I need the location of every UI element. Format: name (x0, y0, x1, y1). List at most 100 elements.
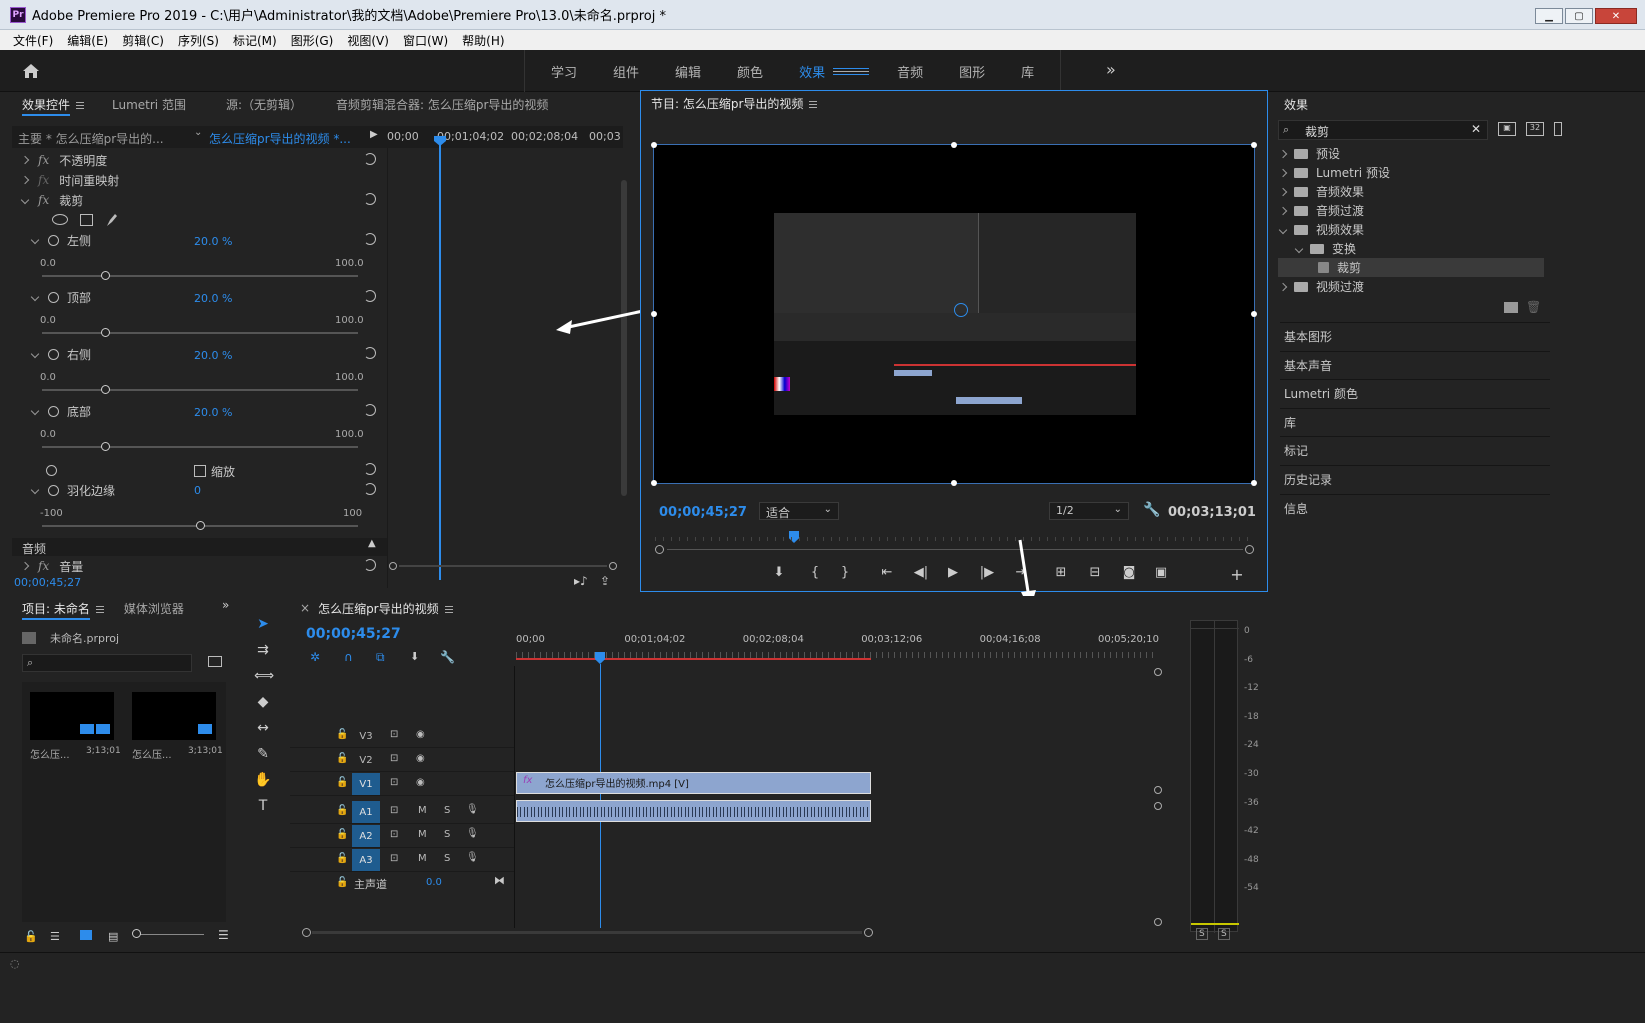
effects-tree-item[interactable]: 视频效果 (1278, 220, 1546, 239)
effects-tree-item[interactable]: 裁剪 (1278, 258, 1544, 277)
list-view-icon[interactable]: ☰ (50, 930, 60, 943)
menu-file[interactable]: 文件(F) (6, 32, 60, 49)
menu-sequence[interactable]: 序列(S) (171, 32, 226, 49)
menu-graphics[interactable]: 图形(G) (284, 32, 341, 49)
track-solo-button[interactable]: S (444, 805, 450, 816)
workspace-tab-assembly[interactable]: 组件 (595, 62, 657, 81)
reset-icon[interactable] (364, 233, 376, 245)
more-workspaces-icon[interactable]: » (1106, 60, 1116, 79)
sequence-clip-label[interactable]: 怎么压缩pr导出的视频 *... (209, 130, 351, 147)
step-forward-icon[interactable]: |▶ (979, 565, 995, 581)
track-lock-icon[interactable]: 🔓 (336, 853, 348, 864)
track-mic-icon[interactable]: 🎙 (466, 852, 479, 863)
resolution-dropdown[interactable]: 1/2 ⌄ (1049, 502, 1129, 520)
effect-opacity[interactable]: fx 不透明度 (18, 150, 107, 170)
home-icon[interactable] (20, 60, 42, 82)
track-target-v1[interactable]: V1 (352, 773, 380, 795)
menu-view[interactable]: 视图(V) (340, 32, 396, 49)
program-timecode[interactable]: 00;00;45;27 (659, 505, 747, 520)
lift-icon[interactable]: ⊞ (1053, 565, 1069, 581)
feather-slider-knob[interactable] (196, 521, 205, 530)
play-icon[interactable]: ▶ (945, 565, 961, 581)
crop-param-row[interactable]: 底部 (28, 401, 91, 421)
workspace-tab-audio[interactable]: 音频 (879, 62, 941, 81)
track-sync-lock-icon[interactable]: ⊡ (390, 853, 398, 864)
ripple-edit-tool-icon[interactable]: ⟺ (254, 668, 274, 686)
clip-dropdown-icon[interactable]: ⌄ (194, 127, 202, 138)
track-eye-icon[interactable]: ◉ (416, 753, 425, 764)
crop-param-slider-track[interactable] (42, 332, 358, 334)
nest-icon[interactable]: ✲ (310, 650, 320, 664)
timeline-tab[interactable]: 怎么压缩pr导出的视频 (314, 600, 463, 617)
workspace-tab-editing[interactable]: 编辑 (657, 62, 719, 81)
hand-tool-icon[interactable]: ✋ (254, 772, 272, 790)
track-eye-icon[interactable]: ◉ (416, 777, 425, 788)
crop-param-slider-knob[interactable] (101, 385, 111, 394)
crop-param-value[interactable]: 20.0 % (194, 349, 232, 362)
tab-effect-controls[interactable]: 效果控件 (12, 96, 94, 116)
project-search-input[interactable]: ⌕ (22, 654, 192, 672)
lock-icon[interactable]: 🔓 (24, 930, 38, 943)
freeform-view-icon[interactable]: ▤ (108, 930, 118, 943)
type-tool-icon[interactable]: T (254, 798, 272, 816)
extract-icon[interactable]: ⊟ (1087, 565, 1103, 581)
selection-tool-icon[interactable]: ➤ (254, 616, 272, 634)
pen-mask-icon[interactable] (105, 212, 119, 228)
workspace-menu-icon[interactable] (833, 67, 870, 75)
ellipse-mask-icon[interactable] (52, 214, 68, 225)
new-folder-icon[interactable] (1504, 302, 1518, 313)
effects-search-input[interactable]: ⌕ 裁剪 ✕ (1278, 120, 1488, 140)
workspace-tab-learn[interactable]: 学习 (533, 62, 595, 81)
effects-section-header[interactable]: 历史记录 (1280, 465, 1550, 493)
fit-dropdown[interactable]: 适合 ⌄ (759, 502, 839, 520)
stopwatch-icon[interactable] (48, 234, 59, 246)
timeline-vertical-scrollbar[interactable] (1154, 668, 1162, 928)
track-mute-button[interactable]: M (418, 805, 427, 816)
effects-tree-item[interactable]: 音频过渡 (1278, 201, 1546, 220)
menu-markers[interactable]: 标记(M) (226, 32, 284, 49)
rectangle-mask-icon[interactable] (80, 214, 93, 226)
effects-tree-item[interactable]: Lumetri 预设 (1278, 163, 1546, 182)
audio-clip[interactable] (516, 800, 871, 822)
stopwatch-icon[interactable] (48, 348, 59, 360)
program-viewer[interactable] (651, 142, 1257, 486)
track-mute-button[interactable]: M (418, 853, 427, 864)
track-solo-button[interactable]: S (444, 829, 450, 840)
track-target-v3[interactable]: V3 (352, 725, 380, 747)
export-frame-icon[interactable]: ◙ (1121, 565, 1137, 581)
add-marker-icon[interactable]: ⬇ (771, 565, 787, 581)
filter-icon[interactable]: ▸♪ (574, 574, 588, 588)
mark-out-icon[interactable]: } (837, 565, 853, 581)
track-target-a2[interactable]: A2 (352, 825, 380, 847)
effect-volume[interactable]: fx 音量 (18, 556, 83, 576)
reset-icon[interactable] (364, 483, 376, 495)
reset-icon[interactable] (364, 290, 376, 302)
track-lock-icon[interactable]: 🔓 (336, 805, 348, 816)
workspace-tab-graphics[interactable]: 图形 (941, 62, 1003, 81)
video-clip[interactable]: fx 怎么压缩pr导出的视频.mp4 [V] (516, 772, 871, 794)
minimize-button[interactable]: ▁ (1535, 8, 1563, 24)
track-target-a1[interactable]: A1 (352, 801, 380, 823)
stopwatch-icon[interactable] (48, 291, 59, 303)
track-lock-icon[interactable]: 🔓 (336, 877, 348, 888)
effects-section-header[interactable]: Lumetri 颜色 (1280, 379, 1550, 407)
reset-icon[interactable] (364, 153, 376, 165)
clear-search-icon[interactable]: ✕ (1471, 122, 1481, 136)
program-monitor-tab[interactable]: 节目: 怎么压缩pr导出的视频 (641, 95, 827, 112)
effects-section-header[interactable]: 信息 (1280, 493, 1550, 522)
master-track-value[interactable]: 0.0 (426, 877, 442, 888)
delete-icon[interactable]: 🗑 (1526, 300, 1541, 314)
effects-tree-item[interactable]: 视频过渡 (1278, 277, 1546, 296)
go-to-in-icon[interactable]: ⇤ (879, 565, 895, 581)
pen-tool-icon[interactable]: ✎ (254, 746, 272, 764)
feather-row[interactable]: 羽化边缘 (28, 480, 115, 500)
crop-param-value[interactable]: 20.0 % (194, 292, 232, 305)
tab-media-browser[interactable]: 媒体浏览器 (114, 600, 194, 617)
menu-edit[interactable]: 编辑(E) (60, 32, 115, 49)
zoom-slider-knob[interactable] (132, 929, 141, 938)
accelerated-effects-icon[interactable]: ▣ (1498, 122, 1516, 136)
effects-section-header[interactable]: 库 (1280, 407, 1550, 436)
track-mic-icon[interactable]: 🎙 (466, 828, 479, 839)
tab-audio-clip-mixer[interactable]: 音频剪辑混合器: 怎么压缩pr导出的视频 (326, 96, 558, 113)
timeline-playhead[interactable] (600, 664, 601, 928)
